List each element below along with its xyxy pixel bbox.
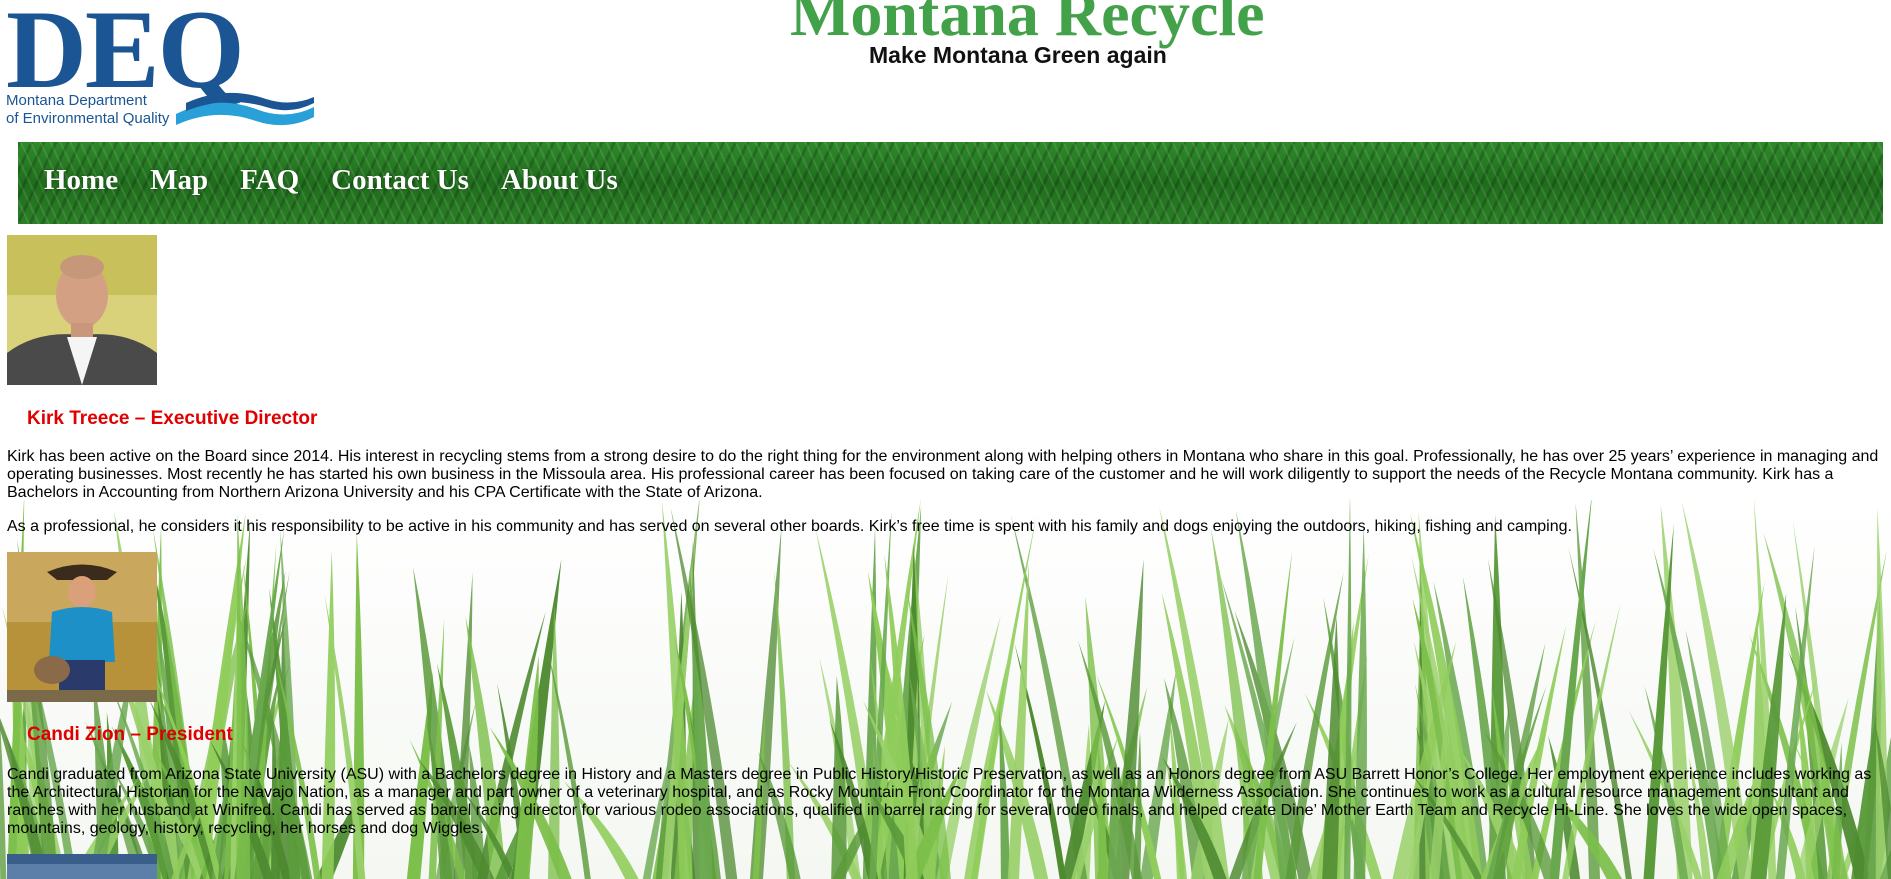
candi-zion-photo	[7, 552, 157, 702]
nav-faq[interactable]: FAQ	[240, 164, 299, 197]
tagline: Make Montana Green again	[869, 42, 1167, 68]
member-name-kirk: Kirk Treece – Executive Director	[27, 408, 318, 429]
logo-subtitle-line2: of Environmental Quality	[6, 110, 170, 127]
member-bio-candi-1: Candi graduated from Arizona State Unive…	[7, 766, 1872, 837]
member-bio-kirk-2: As a professional, he considers it his r…	[7, 518, 1572, 535]
nav-about-us[interactable]: About Us	[501, 164, 618, 197]
main-nav: Home Map FAQ Contact Us About Us	[18, 142, 1883, 224]
member-name-candi: Candi Zion – President	[27, 724, 233, 745]
deq-logo[interactable]: DEQ Montana Department of Environmental …	[6, 0, 316, 129]
logo-subtitle: Montana Department of Environmental Qual…	[6, 92, 169, 128]
nav-contact-us[interactable]: Contact Us	[331, 164, 469, 197]
nav-home[interactable]: Home	[44, 164, 118, 197]
site-title: Montana Recycle	[790, 0, 1265, 49]
board-member-photo	[7, 854, 157, 879]
kirk-treece-photo	[7, 235, 157, 385]
logo-subtitle-line1: Montana Department	[6, 92, 147, 109]
logo-wave-icon	[176, 92, 314, 126]
nav-map[interactable]: Map	[150, 164, 208, 197]
member-bio-kirk-1: Kirk has been active on the Board since …	[7, 448, 1879, 501]
